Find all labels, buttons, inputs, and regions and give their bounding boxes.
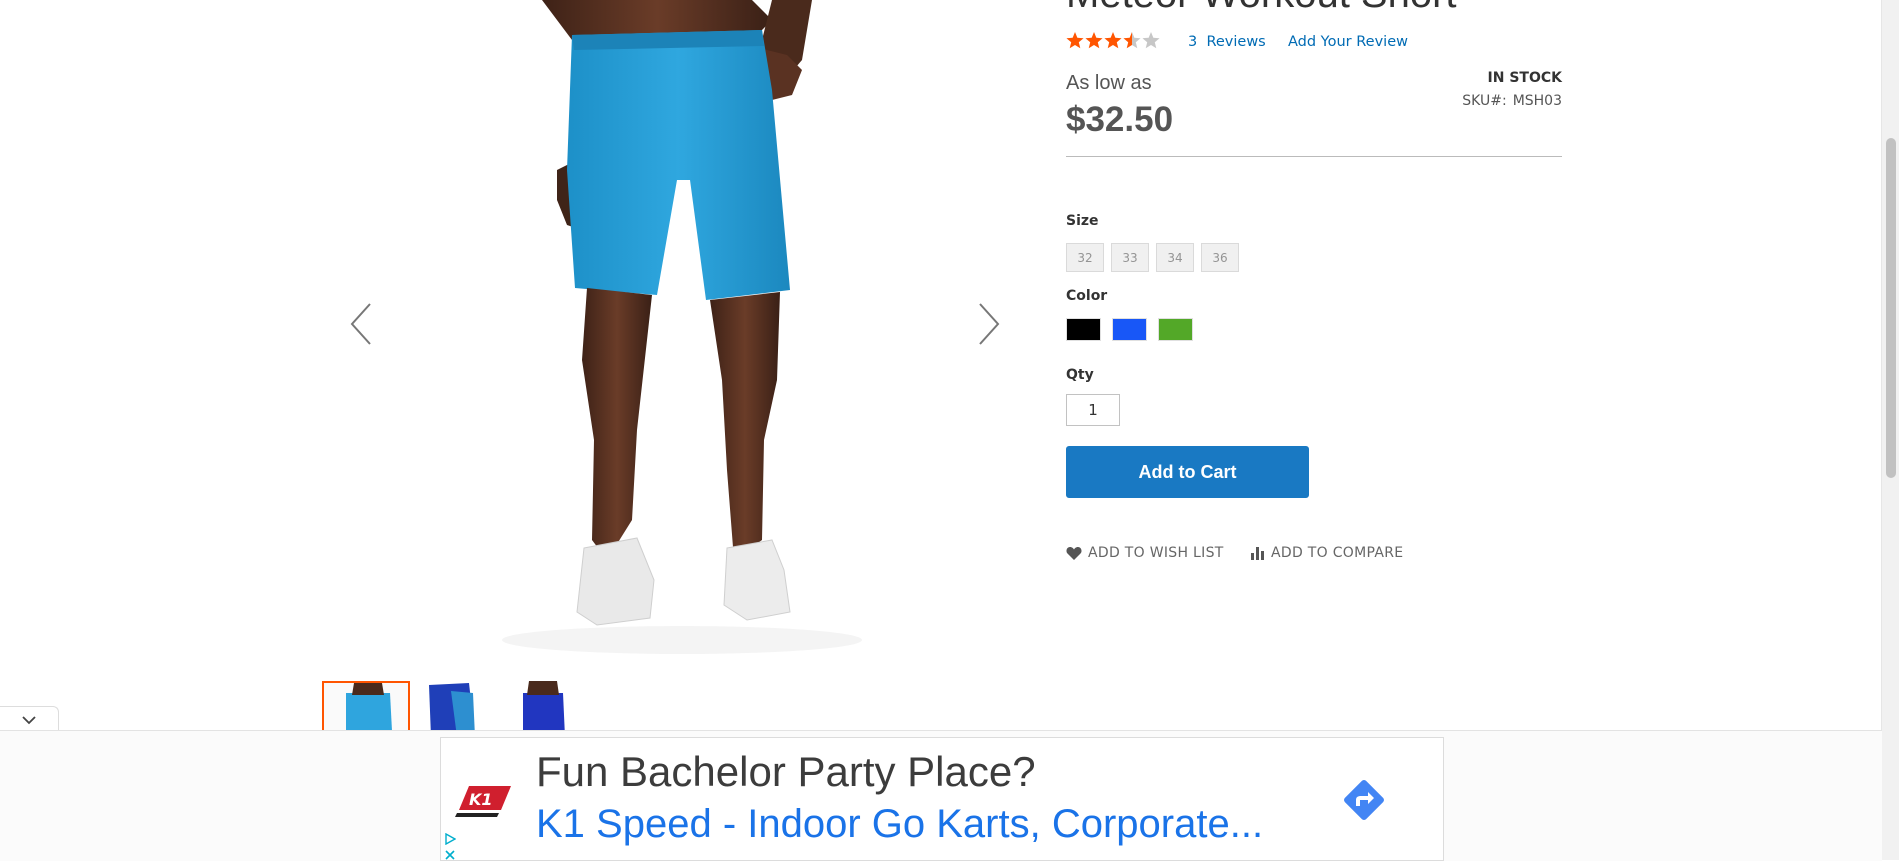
star-icon <box>1142 32 1160 49</box>
chevron-down-icon <box>22 715 36 724</box>
star-icon <box>1104 32 1122 49</box>
sku-value: MSH03 <box>1512 93 1562 109</box>
color-swatch-black[interactable] <box>1066 318 1101 341</box>
add-to-cart-button[interactable]: Add to Cart <box>1066 446 1309 498</box>
directions-arrow-icon[interactable] <box>1339 775 1389 825</box>
ad-close-icon[interactable] <box>444 846 456 860</box>
compare-label: Add to Compare <box>1271 545 1404 561</box>
color-swatch-blue[interactable] <box>1112 318 1147 341</box>
ad-banner-bar: K1 Fun Bachelor Party Place? K1 Speed - … <box>0 730 1882 861</box>
thumbnail-1[interactable] <box>322 681 410 737</box>
ad-banner[interactable]: K1 Fun Bachelor Party Place? K1 Speed - … <box>440 737 1444 861</box>
qty-label: Qty <box>1066 367 1094 383</box>
main-product-image <box>472 0 1032 675</box>
gallery-next-arrow-icon[interactable] <box>972 302 1002 346</box>
k1-speed-logo: K1 <box>455 780 515 820</box>
size-option-36[interactable]: 36 <box>1201 243 1239 272</box>
add-to-wish-list-link[interactable]: Add to Wish List <box>1066 545 1224 561</box>
size-option-33[interactable]: 33 <box>1111 243 1149 272</box>
product-price: $32.50 <box>1066 100 1174 139</box>
ad-logo-text: K1 <box>469 790 493 809</box>
adchoices-icon[interactable] <box>444 830 457 846</box>
qty-input[interactable] <box>1066 394 1120 426</box>
color-options <box>1066 318 1193 341</box>
star-icon <box>1085 32 1103 49</box>
reviews-link[interactable]: 3 Reviews <box>1188 34 1266 50</box>
wish-list-label: Add to Wish List <box>1088 545 1224 561</box>
page-scrollbar[interactable] <box>1881 0 1899 860</box>
bar-chart-icon <box>1251 547 1264 560</box>
heart-icon <box>1066 546 1082 560</box>
reviews-count: 3 <box>1188 34 1198 50</box>
collapse-ad-button[interactable] <box>0 706 59 732</box>
thumbnail-2[interactable] <box>417 681 505 737</box>
add-to-compare-link[interactable]: Add to Compare <box>1251 545 1403 561</box>
sku-label: SKU#: <box>1462 93 1507 109</box>
product-title: Meteor Workout Short <box>1066 0 1457 17</box>
size-option-32[interactable]: 32 <box>1066 243 1104 272</box>
size-option-34[interactable]: 34 <box>1156 243 1194 272</box>
size-label: Size <box>1066 213 1099 229</box>
add-to-cart-label: Add to Cart <box>1138 461 1237 482</box>
scrollbar-thumb[interactable] <box>1886 138 1896 478</box>
product-gallery <box>322 0 1020 740</box>
info-divider <box>1066 156 1562 157</box>
star-rating <box>1066 31 1160 55</box>
thumbnail-3[interactable] <box>511 681 599 737</box>
ad-subline[interactable]: K1 Speed - Indoor Go Karts, Corporate... <box>536 802 1263 847</box>
color-swatch-green[interactable] <box>1158 318 1193 341</box>
star-icon <box>1066 32 1084 49</box>
price-label: As low as <box>1066 72 1152 94</box>
sku-line: SKU#: MSH03 <box>1462 93 1562 109</box>
stock-status: IN STOCK <box>1487 70 1562 86</box>
star-icon <box>1123 32 1141 49</box>
add-review-link[interactable]: Add Your Review <box>1288 34 1408 50</box>
ad-headline[interactable]: Fun Bachelor Party Place? <box>536 748 1036 796</box>
color-label: Color <box>1066 288 1108 304</box>
reviews-word: Reviews <box>1206 34 1266 50</box>
size-options: 32 33 34 36 <box>1066 243 1239 272</box>
gallery-prev-arrow-icon[interactable] <box>348 302 378 346</box>
